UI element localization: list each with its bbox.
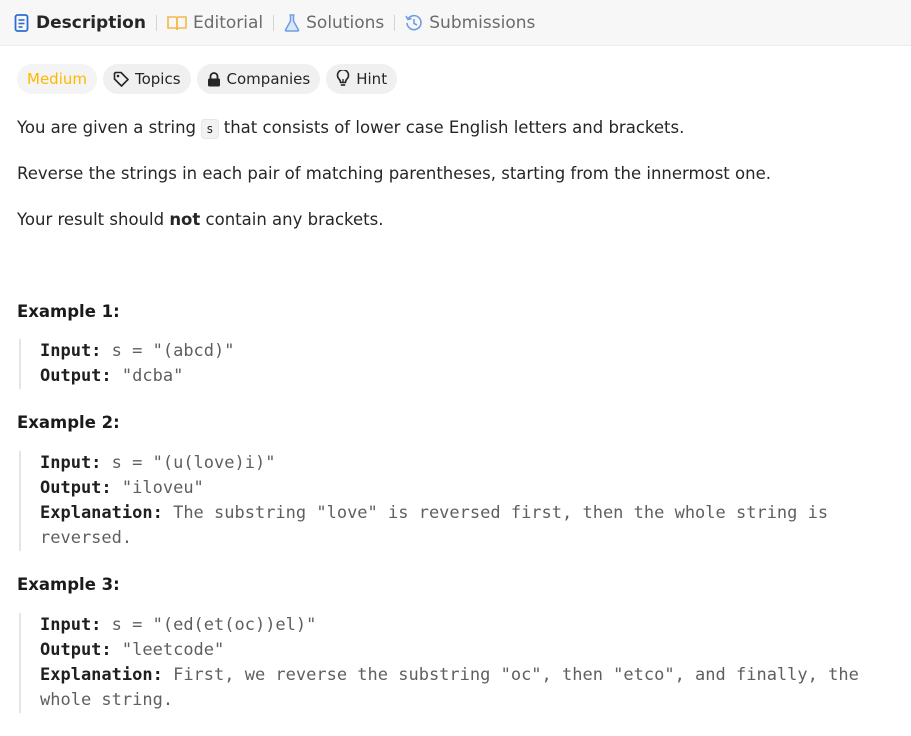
- example-block: Input: s = "(ed(et(oc))el)" Output: "lee…: [19, 613, 910, 713]
- description-text: Your result should: [17, 210, 170, 229]
- difficulty-badge: Medium: [17, 64, 97, 94]
- tab-submissions[interactable]: Submissions: [405, 0, 535, 45]
- topics-label: Topics: [134, 70, 181, 88]
- example-heading: Example 1:: [17, 302, 120, 321]
- tab-description-label: Description: [36, 12, 146, 33]
- example-input: Input: s = "(abcd)": [40, 339, 911, 364]
- explanation-value: First, we reverse the substring "oc", th…: [40, 665, 870, 710]
- tab-editorial[interactable]: Editorial: [167, 0, 263, 45]
- input-label: Input:: [40, 453, 102, 473]
- example-explanation: Explanation: First, we reverse the subst…: [40, 663, 910, 713]
- lightbulb-icon: [336, 70, 350, 88]
- input-label: Input:: [40, 341, 102, 361]
- example-explanation: Explanation: The substring "love" is rev…: [40, 501, 880, 551]
- output-label: Output:: [40, 366, 112, 386]
- example-output: Output: "dcba": [40, 364, 911, 389]
- explanation-label: Explanation:: [40, 503, 163, 523]
- example-output: Output: "leetcode": [40, 638, 910, 663]
- tab-solutions[interactable]: Solutions: [284, 0, 384, 45]
- flask-icon: [284, 13, 300, 32]
- output-label: Output:: [40, 640, 112, 660]
- problem-description: Medium Topics Companies Hint You are giv…: [0, 46, 911, 713]
- history-icon: [405, 14, 423, 32]
- description-paragraph: Reverse the strings in each pair of matc…: [17, 164, 771, 183]
- hint-label: Hint: [356, 70, 388, 88]
- bold-text: not: [169, 210, 201, 229]
- example-output: Output: "iloveu": [40, 476, 880, 501]
- tab-solutions-label: Solutions: [306, 12, 385, 33]
- tab-description[interactable]: Description: [14, 0, 146, 45]
- document-icon: [14, 13, 30, 32]
- description-paragraph: Your result should not contain any brack…: [17, 208, 911, 232]
- input-value: s = "(ed(et(oc))el)": [111, 615, 317, 635]
- description-paragraph: You are given a string s that consists o…: [17, 116, 911, 141]
- tab-submissions-label: Submissions: [429, 12, 536, 33]
- example-block: Input: s = "(u(love)i)" Output: "iloveu"…: [19, 451, 880, 551]
- output-label: Output:: [40, 478, 112, 498]
- output-value: "leetcode": [121, 640, 225, 660]
- companies-button[interactable]: Companies: [196, 64, 321, 94]
- tab-bar: Description Editorial Solutions Submissi…: [0, 0, 911, 46]
- example-input: Input: s = "(u(love)i)": [40, 451, 880, 476]
- input-label: Input:: [40, 615, 102, 635]
- tag-icon: [113, 71, 129, 87]
- example-block: Input: s = "(abcd)" Output: "dcba": [19, 339, 911, 389]
- topics-button[interactable]: Topics: [102, 64, 191, 94]
- output-value: "iloveu": [121, 478, 204, 498]
- description-text: contain any brackets.: [200, 210, 384, 229]
- tag-row: Medium Topics Companies Hint: [17, 64, 911, 94]
- input-value: s = "(abcd)": [111, 341, 235, 361]
- example-heading: Example 2:: [17, 413, 120, 432]
- book-icon: [167, 15, 187, 31]
- tab-divider: [394, 14, 396, 31]
- description-text: You are given a string: [17, 118, 202, 137]
- companies-label: Companies: [226, 70, 311, 88]
- example-heading: Example 3:: [17, 575, 120, 594]
- lock-icon: [207, 71, 221, 87]
- explanation-label: Explanation:: [40, 665, 163, 685]
- input-value: s = "(u(love)i)": [111, 453, 276, 473]
- hint-button[interactable]: Hint: [326, 64, 398, 94]
- description-text: that consists of lower case English lett…: [218, 118, 685, 137]
- tab-editorial-label: Editorial: [192, 12, 264, 33]
- inline-code: s: [201, 119, 219, 139]
- tab-divider: [273, 14, 275, 31]
- output-value: "dcba": [121, 366, 184, 386]
- tab-divider: [155, 14, 157, 31]
- example-input: Input: s = "(ed(et(oc))el)": [40, 613, 910, 638]
